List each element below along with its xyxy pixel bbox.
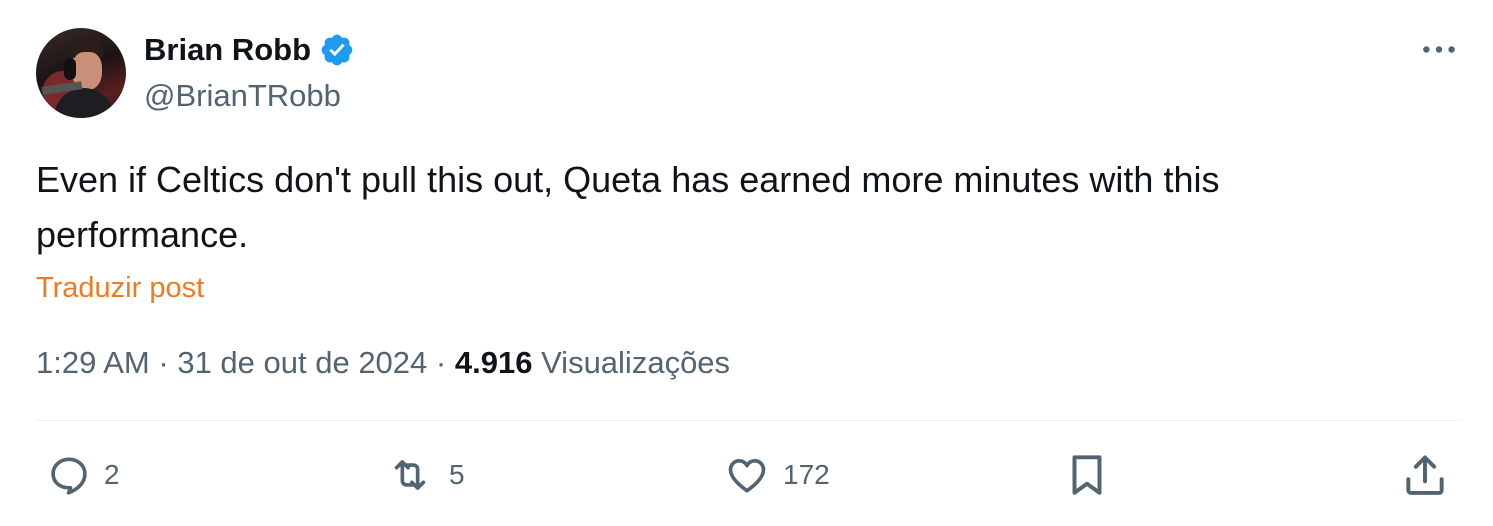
reply-button[interactable]: 2 [46,448,120,502]
divider [36,420,1461,421]
more-dots-icon [1423,45,1455,53]
reply-icon [51,457,87,495]
bookmark-icon [1072,455,1102,495]
bookmark-button[interactable] [1062,448,1112,502]
post-text: Even if Celtics don't pull this out, Que… [36,159,1220,255]
meta-separator: · [158,345,169,380]
author-name-row[interactable]: Brian Robb [144,32,355,68]
verified-badge-icon[interactable] [319,32,355,68]
repost-icon [394,460,426,490]
post-date[interactable]: 31 de out de 2024 [177,345,427,380]
reply-count: 2 [104,459,120,490]
author-handle[interactable]: @BrianTRobb [144,78,341,114]
avatar-headset [64,58,76,80]
repost-button[interactable]: 5 [383,448,465,502]
share-button[interactable] [1400,448,1450,502]
avatar[interactable] [36,28,126,118]
like-count: 172 [783,459,830,490]
tweet-card: Brian Robb @BrianTRobb Even if Celtics d… [0,0,1493,526]
avatar-shirt [54,88,114,118]
repost-count: 5 [449,459,465,490]
more-options-button[interactable] [1414,30,1464,68]
views-count: 4.916 [454,345,533,380]
translate-post-link[interactable]: Traduzir post [36,270,204,306]
like-button[interactable]: 172 [723,448,830,502]
share-icon [1406,455,1444,495]
heart-icon [728,458,766,493]
author-display-name[interactable]: Brian Robb [144,32,311,68]
post-metadata: 1:29 AM · 31 de out de 2024 · 4.916 Visu… [36,344,730,382]
meta-separator: · [435,345,447,380]
views-label: Visualizações [541,345,731,380]
post-time[interactable]: 1:29 AM [36,345,150,380]
